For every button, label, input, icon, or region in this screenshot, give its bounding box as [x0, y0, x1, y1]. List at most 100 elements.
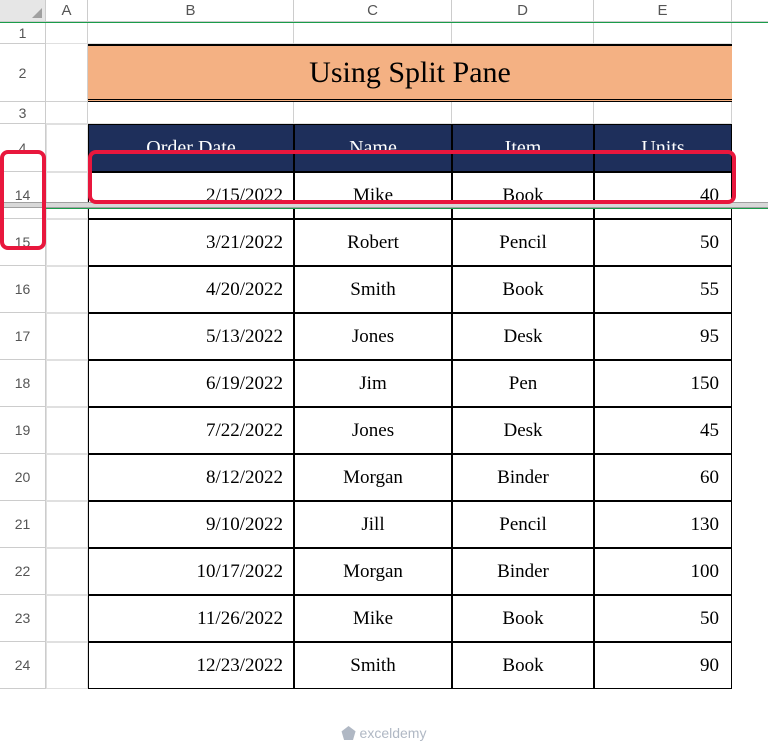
table-row: 14 2/15/2022 Mike Book 40 [0, 172, 768, 219]
cell-units[interactable]: 130 [594, 501, 732, 548]
cell-item[interactable]: Desk [452, 313, 594, 360]
cell[interactable] [452, 22, 594, 44]
cell-order-date[interactable]: 6/19/2022 [88, 360, 294, 407]
page-title[interactable]: Using Split Pane [88, 44, 732, 102]
active-row-indicator [46, 208, 768, 209]
cell-units[interactable]: 60 [594, 454, 732, 501]
cell-name[interactable]: Robert [294, 219, 452, 266]
cell[interactable] [452, 102, 594, 124]
column-header-B[interactable]: B [88, 0, 294, 21]
row-header[interactable]: 15 [0, 219, 46, 266]
cell-units[interactable]: 95 [594, 313, 732, 360]
cell-order-date[interactable]: 8/12/2022 [88, 454, 294, 501]
cell-name[interactable]: Jill [294, 501, 452, 548]
row-header[interactable]: 23 [0, 595, 46, 642]
cell-name[interactable]: Jim [294, 360, 452, 407]
cell[interactable] [46, 313, 88, 360]
cell[interactable] [594, 22, 732, 44]
cell[interactable] [46, 102, 88, 124]
cell-name[interactable]: Smith [294, 266, 452, 313]
cell[interactable] [46, 22, 88, 44]
cell-item[interactable]: Pencil [452, 501, 594, 548]
cell[interactable] [46, 548, 88, 595]
cell[interactable] [594, 102, 732, 124]
cell-item[interactable]: Book [452, 595, 594, 642]
row-header[interactable]: 21 [0, 501, 46, 548]
table-header-units[interactable]: Units [594, 124, 732, 172]
cell-units[interactable]: 45 [594, 407, 732, 454]
cell[interactable] [46, 595, 88, 642]
cell-item[interactable]: Binder [452, 454, 594, 501]
row-header[interactable]: 18 [0, 360, 46, 407]
cell-name[interactable]: Jones [294, 313, 452, 360]
column-header-C[interactable]: C [294, 0, 452, 21]
cell-name[interactable]: Mike [294, 595, 452, 642]
column-header-D[interactable]: D [452, 0, 594, 21]
row-header-2[interactable]: 2 [0, 44, 46, 102]
cell[interactable] [46, 219, 88, 266]
cell-item[interactable]: Desk [452, 407, 594, 454]
cell-order-date[interactable]: 12/23/2022 [88, 642, 294, 689]
cell-units[interactable]: 150 [594, 360, 732, 407]
cell-order-date[interactable]: 9/10/2022 [88, 501, 294, 548]
row-header[interactable]: 14 [0, 172, 46, 219]
spreadsheet-grid: A B C D E 1 2 Using Split Pane 3 4 Order… [0, 0, 768, 689]
cell[interactable] [88, 102, 294, 124]
row-header[interactable]: 24 [0, 642, 46, 689]
cell-order-date[interactable]: 5/13/2022 [88, 313, 294, 360]
cell-name[interactable]: Jones [294, 407, 452, 454]
cell[interactable] [46, 642, 88, 689]
row-header[interactable]: 17 [0, 313, 46, 360]
cell-name[interactable]: Morgan [294, 548, 452, 595]
table-row: 23 11/26/2022 Mike Book 50 [0, 595, 768, 642]
row-header-4[interactable]: 4 [0, 124, 46, 172]
select-all-corner[interactable] [0, 0, 46, 21]
cell-item[interactable]: Book [452, 172, 594, 219]
row-header[interactable]: 19 [0, 407, 46, 454]
table-header-item[interactable]: Item [452, 124, 594, 172]
cell[interactable] [46, 172, 88, 219]
cell-item[interactable]: Pen [452, 360, 594, 407]
row-header-1[interactable]: 1 [0, 22, 46, 44]
cell-item[interactable]: Book [452, 642, 594, 689]
table-row: 22 10/17/2022 Morgan Binder 100 [0, 548, 768, 595]
cell-units[interactable]: 50 [594, 219, 732, 266]
cell-order-date[interactable]: 4/20/2022 [88, 266, 294, 313]
row-1: 1 [0, 22, 768, 44]
cell-name[interactable]: Smith [294, 642, 452, 689]
cell-order-date[interactable]: 7/22/2022 [88, 407, 294, 454]
cell[interactable] [46, 501, 88, 548]
cell-item[interactable]: Pencil [452, 219, 594, 266]
column-header-A[interactable]: A [46, 0, 88, 21]
cell-name[interactable]: Morgan [294, 454, 452, 501]
cell[interactable] [294, 22, 452, 44]
cell-item[interactable]: Book [452, 266, 594, 313]
cell-units[interactable]: 90 [594, 642, 732, 689]
watermark-icon [342, 726, 356, 740]
row-header-3[interactable]: 3 [0, 102, 46, 124]
table-header-name[interactable]: Name [294, 124, 452, 172]
cell[interactable] [294, 102, 452, 124]
cell-order-date[interactable]: 10/17/2022 [88, 548, 294, 595]
row-header[interactable]: 22 [0, 548, 46, 595]
cell-order-date[interactable]: 2/15/2022 [88, 172, 294, 219]
row-header[interactable]: 20 [0, 454, 46, 501]
cell[interactable] [46, 266, 88, 313]
cell-item[interactable]: Binder [452, 548, 594, 595]
cell-order-date[interactable]: 3/21/2022 [88, 219, 294, 266]
column-header-E[interactable]: E [594, 0, 732, 21]
table-header-order-date[interactable]: Order Date [88, 124, 294, 172]
cell[interactable] [46, 124, 88, 172]
cell-order-date[interactable]: 11/26/2022 [88, 595, 294, 642]
cell[interactable] [46, 407, 88, 454]
cell[interactable] [46, 360, 88, 407]
cell[interactable] [46, 454, 88, 501]
cell-units[interactable]: 50 [594, 595, 732, 642]
cell-name[interactable]: Mike [294, 172, 452, 219]
row-header[interactable]: 16 [0, 266, 46, 313]
cell-units[interactable]: 55 [594, 266, 732, 313]
cell-units[interactable]: 40 [594, 172, 732, 219]
cell-units[interactable]: 100 [594, 548, 732, 595]
cell[interactable] [46, 44, 88, 102]
cell[interactable] [88, 22, 294, 44]
